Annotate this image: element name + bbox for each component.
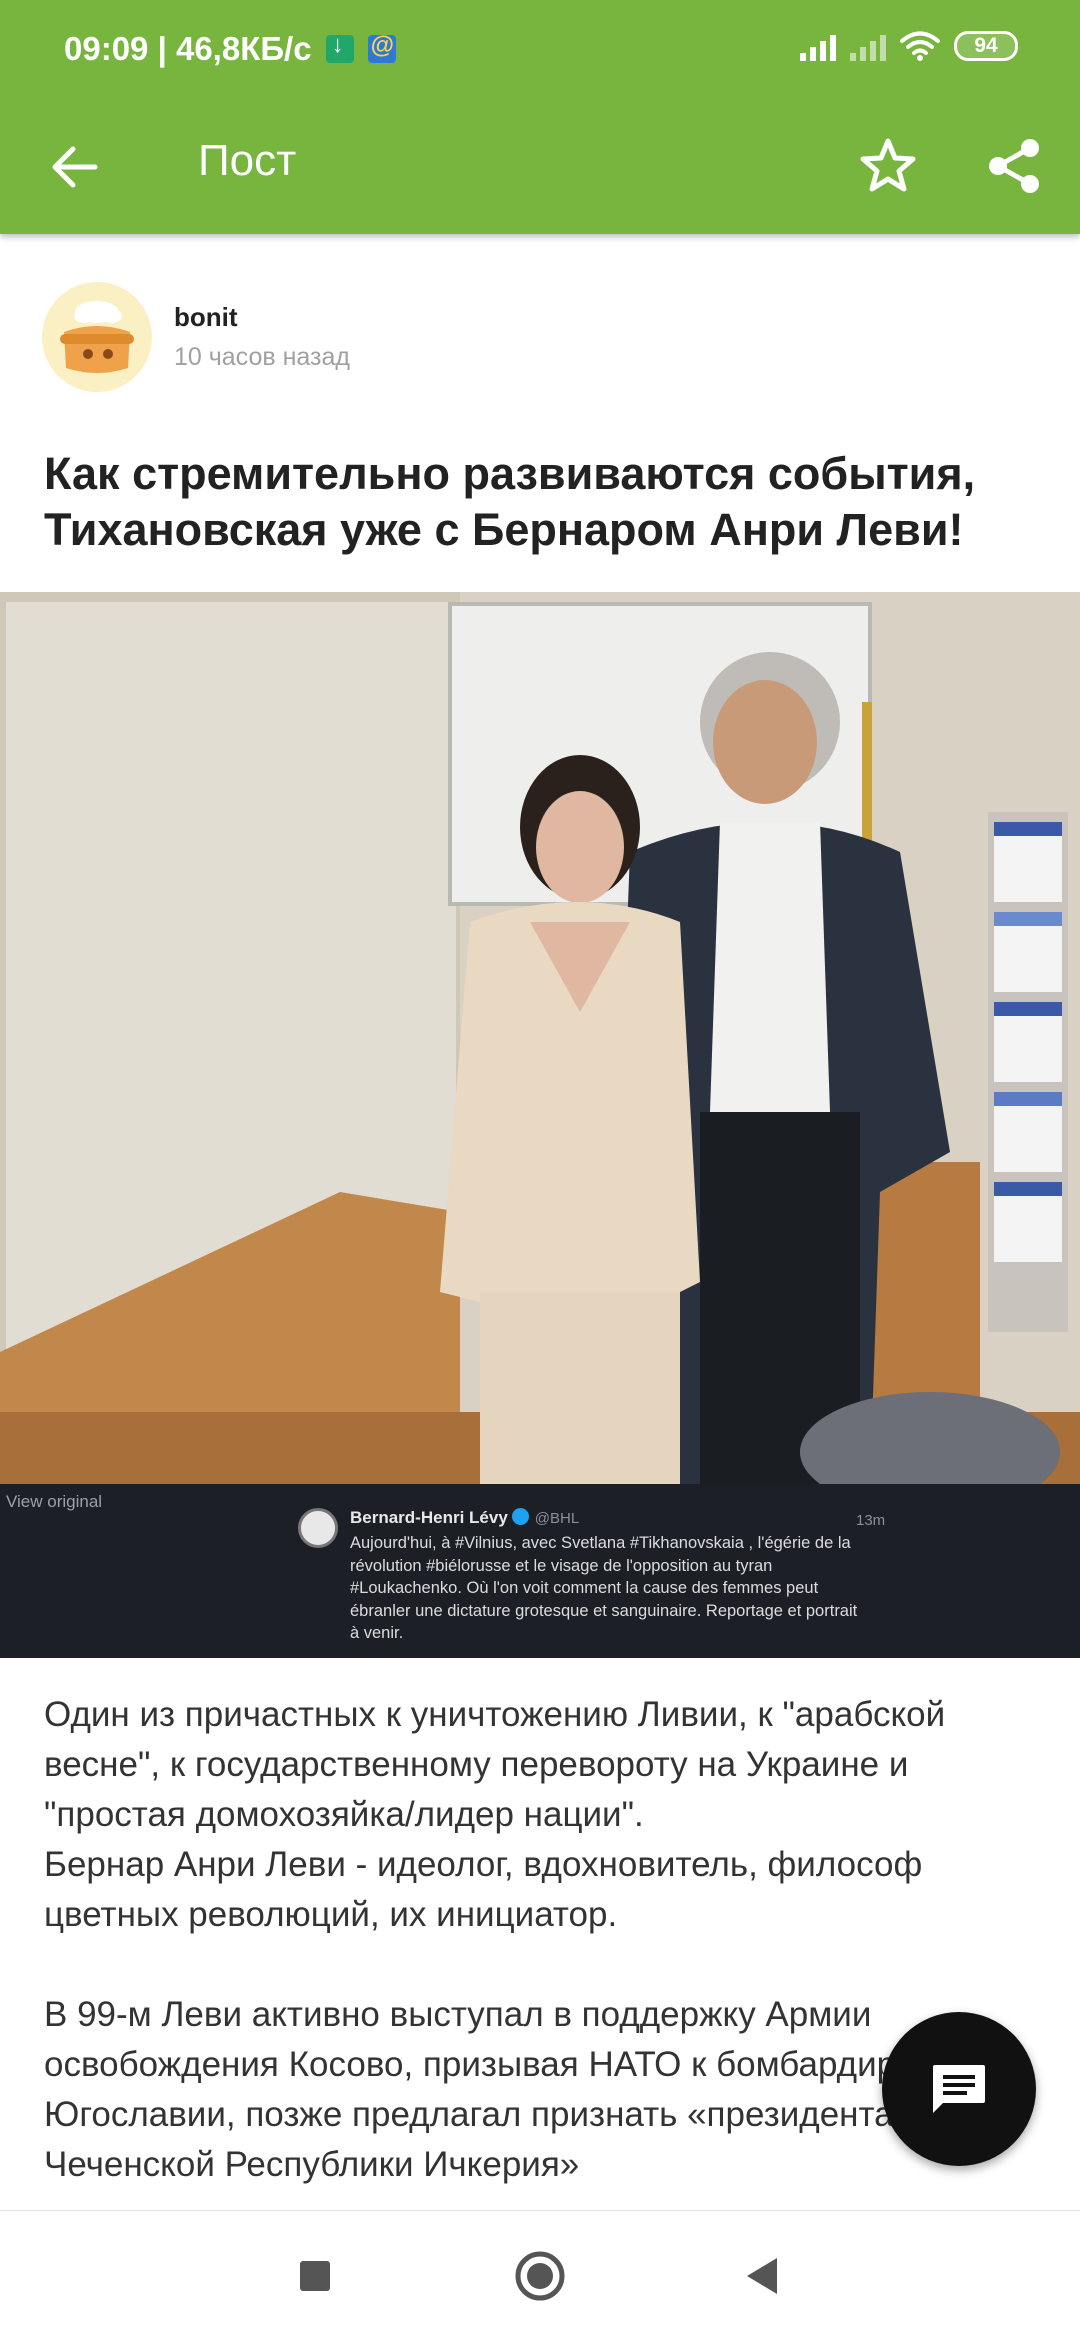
header: 09:09 | 46,8КБ/с 94 Пост: [0, 0, 1080, 234]
share-icon: [989, 139, 1039, 193]
favorite-button[interactable]: [848, 126, 928, 206]
system-nav-bar: [0, 2210, 1080, 2340]
author-row[interactable]: bonit 10 часов назад: [42, 282, 350, 392]
signal-icon: [800, 31, 836, 61]
nav-back-button[interactable]: [727, 2241, 797, 2311]
tweet-author-name: Bernard-Henri Lévy: [350, 1508, 508, 1527]
mail-icon: [367, 32, 396, 63]
status-bar: 09:09 | 46,8КБ/с 94: [0, 0, 1080, 100]
post-body: Один из причастных к уничтожению Ливии, …: [44, 1690, 1040, 2210]
home-button[interactable]: [505, 2241, 575, 2311]
download-icon: [325, 31, 354, 63]
back-triangle-icon: [747, 2258, 777, 2294]
cooking-pot-avatar-icon: [42, 282, 152, 392]
arrow-left-icon: [52, 146, 98, 188]
recents-button[interactable]: [280, 2241, 350, 2311]
tweet-time: 13m: [856, 1512, 886, 1529]
wifi-icon: [900, 31, 940, 61]
tweet-avatar: [298, 1508, 338, 1548]
verified-icon: [511, 1508, 529, 1525]
body-paragraph-1: Один из причастных к уничтожению Ливии, …: [44, 1695, 946, 1834]
avatar[interactable]: [42, 282, 152, 392]
comments-button[interactable]: [882, 2012, 1036, 2166]
status-time: 09:09 | 46,8КБ/с: [64, 30, 312, 67]
status-left: 09:09 | 46,8КБ/с: [64, 30, 396, 68]
author-info: bonit 10 часов назад: [174, 302, 350, 372]
photo-illustration: [0, 592, 1080, 1484]
tweet-handle: @BHL: [534, 1510, 580, 1527]
body-paragraph-2: Бернар Анри Леви - идеолог, вдохновитель…: [44, 1845, 923, 1934]
view-original-link[interactable]: View original: [6, 1492, 102, 1512]
signal-2-icon: [850, 31, 886, 61]
tweet-author: Bernard-Henri Lévy @BHL: [350, 1508, 579, 1528]
status-right: 94: [800, 30, 1018, 62]
page-title: Пост: [198, 136, 297, 185]
comment-icon: [933, 2065, 985, 2113]
star-icon: [860, 138, 916, 192]
post-title: Как стремительно развиваются события, Ти…: [44, 448, 976, 555]
home-circle-icon: [515, 2251, 565, 2301]
battery-indicator: 94: [954, 31, 1018, 61]
back-button[interactable]: [40, 132, 110, 202]
share-button[interactable]: [974, 126, 1054, 206]
app-bar: Пост: [0, 100, 1080, 234]
post-time: 10 часов назад: [174, 343, 350, 371]
square-icon: [300, 2261, 330, 2291]
author-name[interactable]: bonit: [174, 302, 350, 333]
tweet-text: Aujourd'hui, à #Vilnius, avec Svetlana #…: [350, 1534, 858, 1642]
